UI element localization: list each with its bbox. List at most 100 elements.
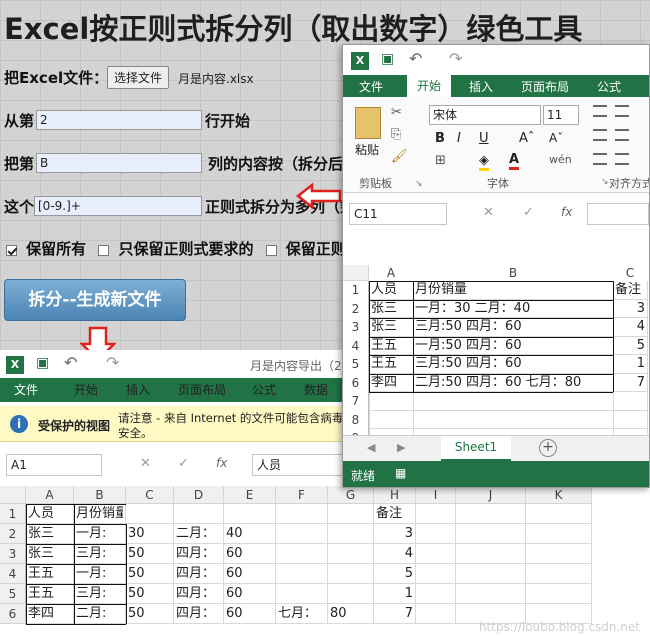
cell[interactable]: 王五 [28, 565, 71, 583]
tab-page-layout[interactable]: 页面布局 [178, 381, 226, 398]
cell[interactable]: 3 [615, 301, 645, 318]
cell[interactable]: 30 [128, 525, 171, 543]
row-header[interactable]: 4 [343, 336, 369, 355]
cancel-icon[interactable]: ✕ [140, 456, 151, 471]
cell[interactable]: 四月： [176, 605, 221, 623]
cell[interactable]: 60 [226, 605, 273, 623]
cell[interactable]: 三月: [76, 545, 123, 563]
next-sheet-icon[interactable]: ▶ [397, 441, 405, 454]
cell[interactable]: 人员 [28, 505, 71, 523]
cell[interactable]: 50 [128, 545, 171, 563]
cell[interactable]: 50 [128, 585, 171, 603]
underline-icon[interactable]: U [479, 131, 489, 146]
cell[interactable]: 四月： [176, 545, 221, 563]
cell[interactable]: 1 [376, 585, 413, 603]
font-name-select[interactable]: 宋体 [429, 105, 541, 125]
row-header[interactable]: 4 [0, 564, 26, 584]
paste-label[interactable]: 粘贴 [355, 141, 379, 158]
tab-file[interactable]: 文件 [359, 78, 383, 95]
cell[interactable]: 二月: [76, 605, 123, 623]
cell[interactable]: 3 [376, 525, 413, 543]
cell[interactable]: 4 [376, 545, 413, 563]
tab-formulas[interactable]: 公式 [252, 381, 276, 398]
row-header[interactable]: 5 [343, 355, 369, 374]
enter-icon[interactable]: ✓ [523, 205, 534, 220]
cell[interactable]: 7 [376, 605, 413, 623]
align-left-icon[interactable] [593, 129, 607, 141]
row-header[interactable]: 6 [343, 373, 369, 392]
cell[interactable]: 一月:50 四月：60 [415, 338, 611, 355]
row-header[interactable]: 6 [0, 604, 26, 624]
align-middle-icon[interactable] [615, 105, 629, 117]
keep-all-checkbox[interactable] [6, 245, 17, 256]
dialog-launcher-icon[interactable]: ↘ [415, 179, 423, 189]
redo-icon[interactable]: ↷ [106, 353, 119, 372]
row-header[interactable]: 8 [343, 410, 369, 429]
cell[interactable]: 50 [128, 565, 171, 583]
paste-icon[interactable] [355, 107, 381, 139]
cell[interactable]: 80 [330, 605, 371, 623]
row-header[interactable]: 3 [343, 318, 369, 337]
indent-icon[interactable] [593, 153, 607, 165]
cell[interactable]: 李四 [28, 605, 71, 623]
tab-insert[interactable]: 插入 [126, 381, 150, 398]
outdent-icon[interactable] [615, 153, 629, 165]
cell[interactable]: 张三 [28, 545, 71, 563]
cell[interactable]: 一月：30 二月：40 [415, 301, 611, 318]
column-header[interactable]: F [276, 486, 328, 504]
undo-icon[interactable]: ↶ [409, 49, 422, 68]
format-painter-icon[interactable]: 🖌 [391, 149, 408, 164]
cell[interactable]: 王五 [371, 356, 411, 373]
grow-font-icon[interactable]: Aˆ [519, 131, 534, 146]
cell[interactable]: 一月: [76, 525, 123, 543]
column-header[interactable]: D [174, 486, 224, 504]
font-color-icon[interactable]: A [509, 152, 520, 170]
save-icon[interactable]: ▣ [381, 51, 394, 67]
tab-data[interactable]: 数据 [304, 381, 328, 398]
bottom-sheet-grid[interactable]: A B C D E F G H I J K 1 2 3 4 5 6 人员 月份销量 备注 张三 一月: 30 二月： 40 3 张三… [0, 486, 650, 636]
dialog-launcher-icon[interactable]: ↘ [601, 177, 609, 187]
name-box[interactable]: C11 [349, 203, 447, 225]
column-header[interactable]: H [374, 486, 416, 504]
cell[interactable]: 60 [226, 585, 273, 603]
regex-input[interactable]: [0-9.]+ [34, 196, 202, 216]
cell[interactable]: 一月: [76, 565, 123, 583]
column-header[interactable]: B [74, 486, 126, 504]
cell[interactable]: 备注 [615, 282, 645, 299]
start-row-input[interactable]: 2 [36, 110, 202, 130]
cell[interactable]: 5 [376, 565, 413, 583]
split-generate-button[interactable]: 拆分--生成新文件 [4, 279, 186, 321]
cell[interactable]: 月份销量 [76, 505, 123, 523]
cell[interactable]: 4 [615, 319, 645, 336]
border-icon[interactable]: ⊞ [435, 153, 446, 168]
prev-sheet-icon[interactable]: ◀ [367, 441, 375, 454]
column-header[interactable]: C [613, 265, 647, 281]
cell[interactable]: 王五 [371, 338, 411, 355]
cell[interactable]: 人员 [371, 282, 411, 299]
font-size-select[interactable]: 11 [543, 105, 579, 125]
cell[interactable]: 7 [615, 375, 645, 392]
keep-regex-checkbox[interactable] [98, 245, 110, 256]
cell[interactable]: 七月： [278, 605, 325, 623]
fx-icon[interactable]: fx [216, 456, 227, 470]
column-header[interactable]: A [369, 265, 413, 281]
tab-formulas[interactable]: 公式 [597, 78, 621, 95]
cell[interactable]: 三月: [76, 585, 123, 603]
tab-insert[interactable]: 插入 [469, 78, 493, 95]
name-box[interactable]: A1 [6, 454, 102, 476]
align-top-icon[interactable] [593, 105, 607, 117]
cell[interactable]: 月份销量 [415, 282, 611, 299]
fill-color-icon[interactable]: ◈ [479, 153, 489, 171]
add-sheet-icon[interactable]: + [539, 439, 557, 457]
cell[interactable]: 张三 [371, 301, 411, 318]
cell[interactable]: 三月:50 四月：60 [415, 319, 611, 336]
column-header[interactable]: A [26, 486, 74, 504]
row-header[interactable]: 5 [0, 584, 26, 604]
keep-regex2-checkbox[interactable] [265, 245, 277, 256]
row-header[interactable]: 1 [343, 281, 369, 300]
cell[interactable]: 四月： [176, 565, 221, 583]
cell[interactable]: 1 [615, 356, 645, 373]
cell[interactable]: 二月:50 四月：60 七月：80 [415, 375, 611, 392]
enter-icon[interactable]: ✓ [178, 456, 189, 471]
select-all-corner[interactable] [0, 486, 26, 504]
